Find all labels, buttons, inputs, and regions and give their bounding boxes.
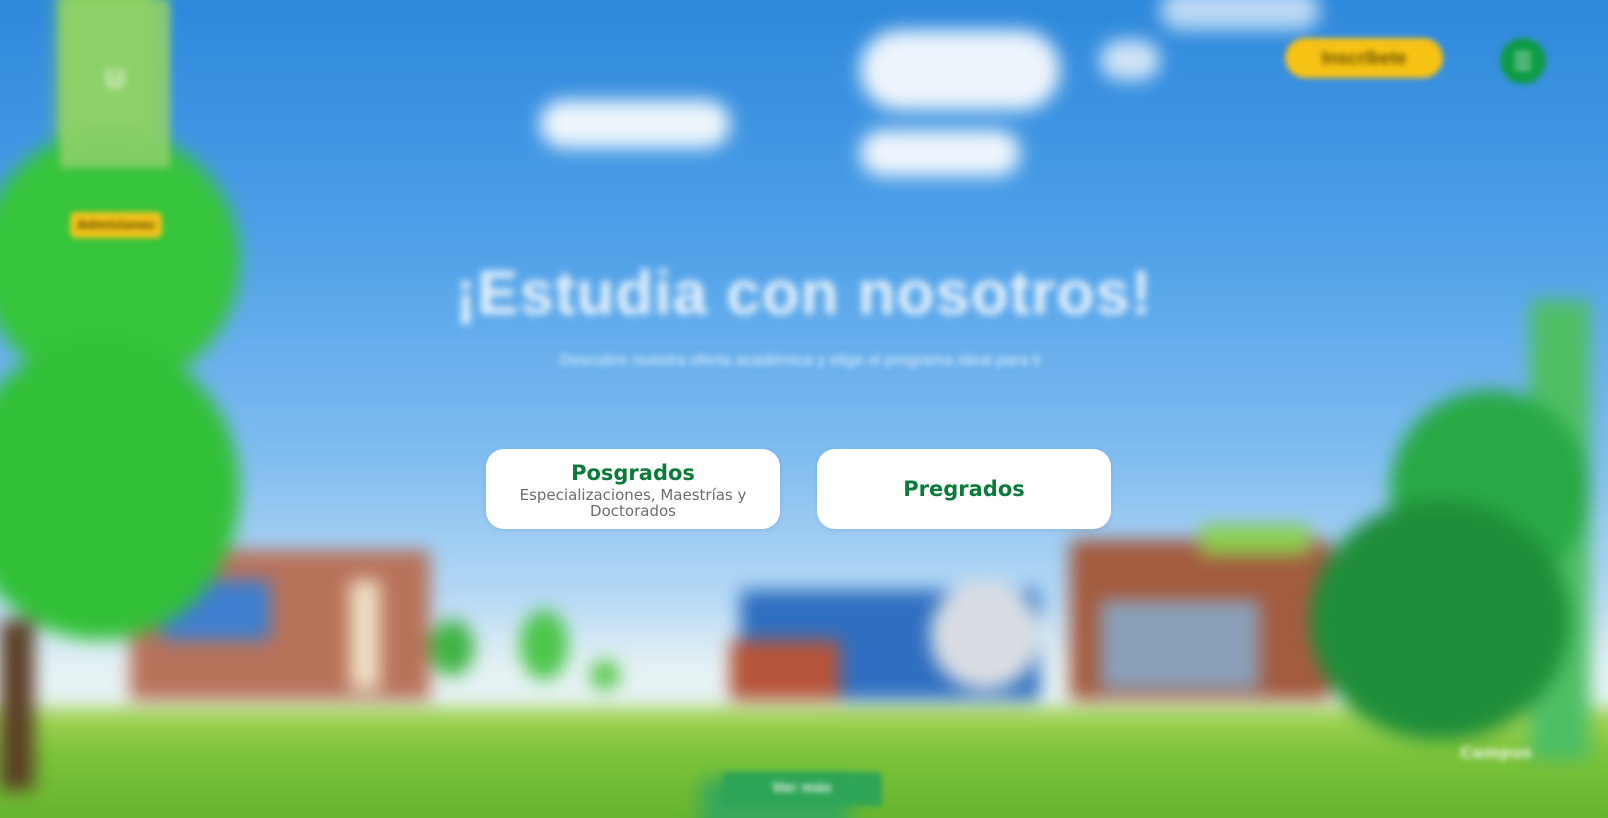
cloud [1160, 0, 1320, 30]
tree-trunk [0, 620, 34, 790]
menu-icon: ☰ [1513, 49, 1533, 74]
tree-small [520, 610, 568, 680]
corner-logo: Campus [1460, 743, 1532, 762]
tree-large-right [1310, 500, 1570, 740]
building-left-column [350, 580, 380, 690]
admissions-badge[interactable]: Admisiones [70, 212, 162, 238]
building-right-roof [1200, 525, 1310, 555]
tree-small [590, 660, 620, 690]
card-title: Posgrados [571, 460, 695, 485]
hero-title: ¡Estudia con nosotros! [455, 259, 1153, 328]
cloud [860, 130, 1020, 176]
logo-text: U [104, 65, 126, 95]
menu-button[interactable]: ☰ [1500, 38, 1546, 84]
bottom-tab[interactable]: Ver más [722, 772, 882, 806]
university-logo[interactable]: U [60, 0, 170, 168]
enroll-button[interactable]: Inscríbete [1285, 38, 1443, 78]
building-center-dome [930, 580, 1040, 690]
cloud [860, 30, 1060, 110]
card-title: Pregrados [903, 477, 1025, 501]
building-right-glass [1100, 600, 1260, 690]
cloud [1100, 40, 1160, 80]
building-center-base [730, 640, 840, 700]
card-description: Especializaciones, Maestrías y Doctorado… [519, 485, 747, 520]
campus-background [0, 0, 1608, 818]
tree-small [430, 620, 474, 676]
posgrados-button[interactable]: Posgrados Especializaciones, Maestrías y… [486, 449, 780, 529]
cloud [540, 100, 730, 148]
page: U Admisiones Inscríbete ☰ ¡Estudia con n… [0, 0, 1608, 818]
pregrados-button[interactable]: Pregrados [817, 449, 1111, 529]
hero-subtitle: Descubre nuestra oferta académica y elig… [559, 352, 1041, 369]
